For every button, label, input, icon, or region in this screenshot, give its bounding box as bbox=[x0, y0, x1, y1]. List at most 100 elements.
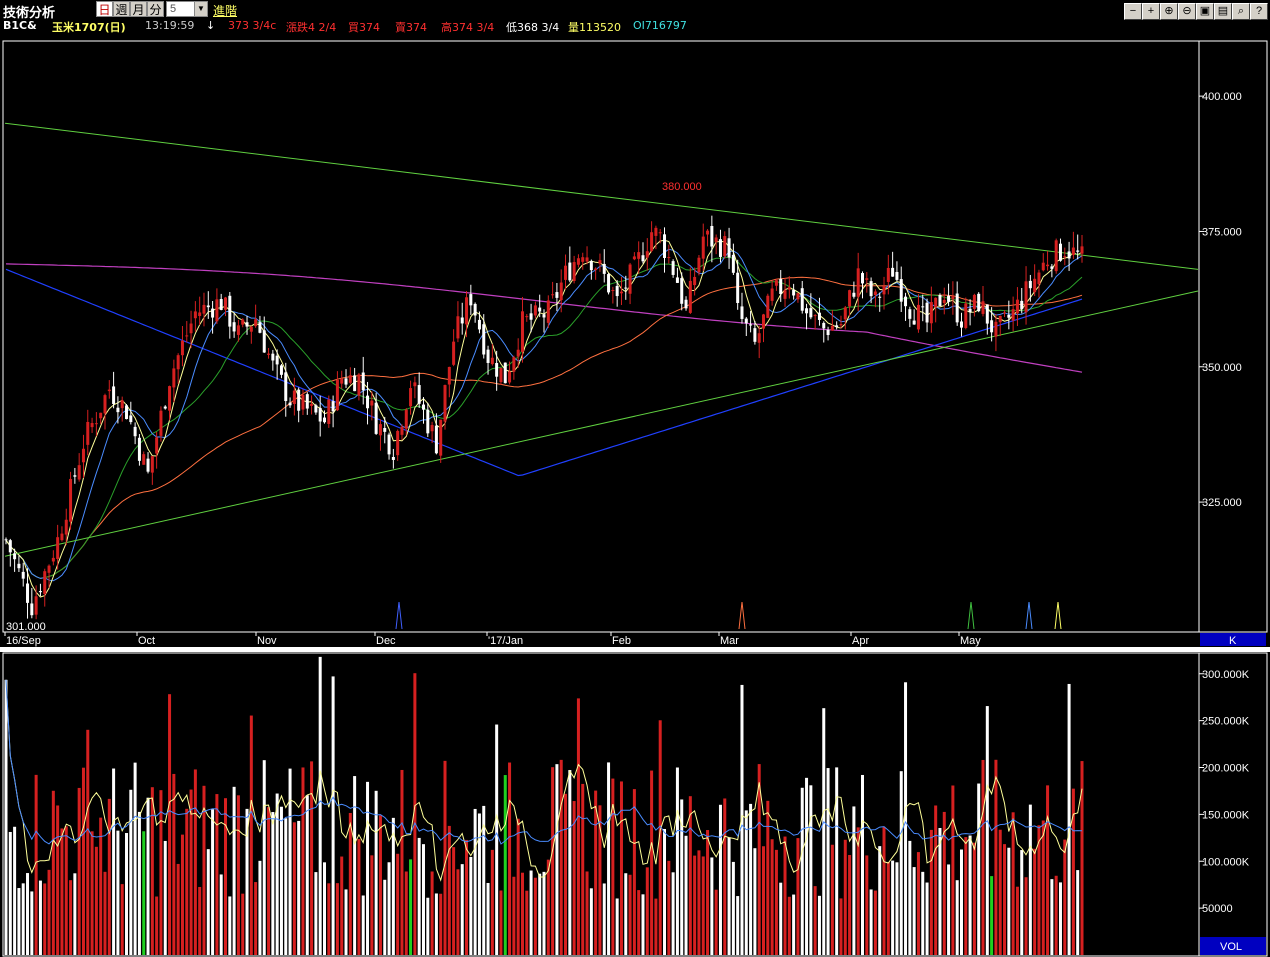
candle-body bbox=[133, 426, 137, 437]
candle-body bbox=[990, 320, 994, 333]
candle-body bbox=[112, 386, 116, 404]
candle-body bbox=[495, 363, 499, 377]
candle-body bbox=[366, 395, 370, 409]
candle-body bbox=[658, 232, 662, 234]
candle-body bbox=[727, 238, 731, 258]
candle-body bbox=[198, 312, 202, 317]
volume-bar bbox=[860, 774, 864, 955]
candle-body bbox=[1041, 262, 1045, 271]
volume-bar bbox=[650, 770, 654, 955]
volume-bar bbox=[439, 893, 443, 955]
candle-body bbox=[439, 419, 443, 456]
candle-body bbox=[4, 539, 8, 541]
candle-body bbox=[310, 403, 314, 406]
volume-bar bbox=[1076, 870, 1080, 955]
candle-body bbox=[955, 293, 959, 323]
volume-bar bbox=[1046, 785, 1050, 955]
candle-body bbox=[516, 349, 520, 357]
candle-body bbox=[525, 316, 529, 318]
candle-body bbox=[322, 417, 326, 423]
candle-body bbox=[443, 385, 447, 422]
candle-body bbox=[469, 294, 473, 306]
volume-bar bbox=[344, 889, 348, 955]
candle-body bbox=[335, 379, 339, 411]
volume-bar bbox=[198, 886, 202, 955]
volume-bar bbox=[215, 794, 219, 955]
candle-body bbox=[60, 533, 64, 541]
candle-body bbox=[912, 320, 916, 325]
candle-body bbox=[934, 297, 938, 308]
candle-body bbox=[714, 237, 718, 242]
volume-bar bbox=[400, 769, 404, 955]
volume-bar bbox=[258, 860, 262, 955]
volume-bar bbox=[873, 890, 877, 955]
volume-bar bbox=[120, 884, 124, 955]
candle-body bbox=[400, 426, 404, 435]
candle-body bbox=[193, 311, 197, 319]
candle-body bbox=[1050, 266, 1054, 269]
volume-bar bbox=[4, 679, 8, 955]
candle-body bbox=[938, 295, 942, 306]
volume-bar bbox=[1011, 812, 1015, 955]
candle-body bbox=[404, 409, 408, 429]
candle-body bbox=[675, 277, 679, 283]
candle-body bbox=[538, 307, 542, 312]
candle-body bbox=[959, 321, 963, 328]
volume-bar bbox=[17, 888, 21, 955]
candle-body bbox=[744, 318, 748, 324]
candle-body bbox=[99, 412, 103, 419]
candle-body bbox=[297, 389, 301, 411]
volume-bar bbox=[809, 785, 813, 955]
candle-body bbox=[607, 274, 611, 293]
volume-bar bbox=[90, 831, 94, 955]
candle-body bbox=[120, 400, 124, 409]
volume-bar bbox=[805, 777, 809, 955]
candle-body bbox=[348, 375, 352, 383]
volume-bar bbox=[133, 762, 137, 955]
candle-body bbox=[533, 305, 537, 316]
panel-tag-k: K bbox=[1229, 635, 1237, 647]
candle-body bbox=[770, 288, 774, 301]
candle-body bbox=[774, 280, 778, 286]
candle-body bbox=[228, 295, 232, 327]
panel-splitter bbox=[0, 647, 1270, 652]
volume-bar bbox=[322, 862, 326, 955]
candle-body bbox=[899, 279, 903, 302]
candle-body bbox=[1003, 312, 1007, 314]
volume-bar bbox=[925, 882, 929, 955]
candle-body bbox=[374, 402, 378, 434]
candle-body bbox=[800, 288, 804, 311]
candle-body bbox=[701, 236, 705, 259]
candle-body bbox=[331, 401, 335, 412]
volume-bar bbox=[56, 805, 60, 955]
candle-body bbox=[882, 286, 886, 295]
volume-bar bbox=[826, 768, 830, 955]
volume-bar bbox=[576, 698, 580, 955]
volume-bar bbox=[955, 880, 959, 955]
candle-body bbox=[688, 280, 692, 313]
candle-body bbox=[142, 454, 146, 465]
volume-bar bbox=[671, 872, 675, 955]
candle-body bbox=[232, 322, 236, 332]
candle-body bbox=[370, 400, 374, 406]
price-tick-label: 350.000 bbox=[1202, 362, 1242, 374]
candle-body bbox=[572, 262, 576, 281]
chart-canvas[interactable]: 400.000 375.000 350.000 325.000 300.000K 250.… bbox=[0, 0, 1270, 957]
volume-bar bbox=[581, 783, 585, 955]
candle-body bbox=[826, 329, 830, 336]
candle-body bbox=[555, 292, 559, 298]
candle-body bbox=[766, 295, 770, 318]
signal-marker bbox=[1025, 601, 1033, 630]
volume-bar bbox=[460, 864, 464, 955]
volume-bar bbox=[538, 873, 542, 955]
candle-body bbox=[176, 355, 180, 370]
volume-bar bbox=[94, 846, 98, 955]
volume-bar bbox=[421, 844, 425, 955]
candle-body bbox=[215, 299, 219, 322]
candle-body bbox=[852, 292, 856, 297]
volume-bar bbox=[310, 761, 314, 955]
volume-bar bbox=[822, 708, 826, 955]
volume-bar bbox=[211, 809, 215, 955]
volume-bar bbox=[697, 850, 701, 955]
candle-body bbox=[710, 225, 714, 247]
